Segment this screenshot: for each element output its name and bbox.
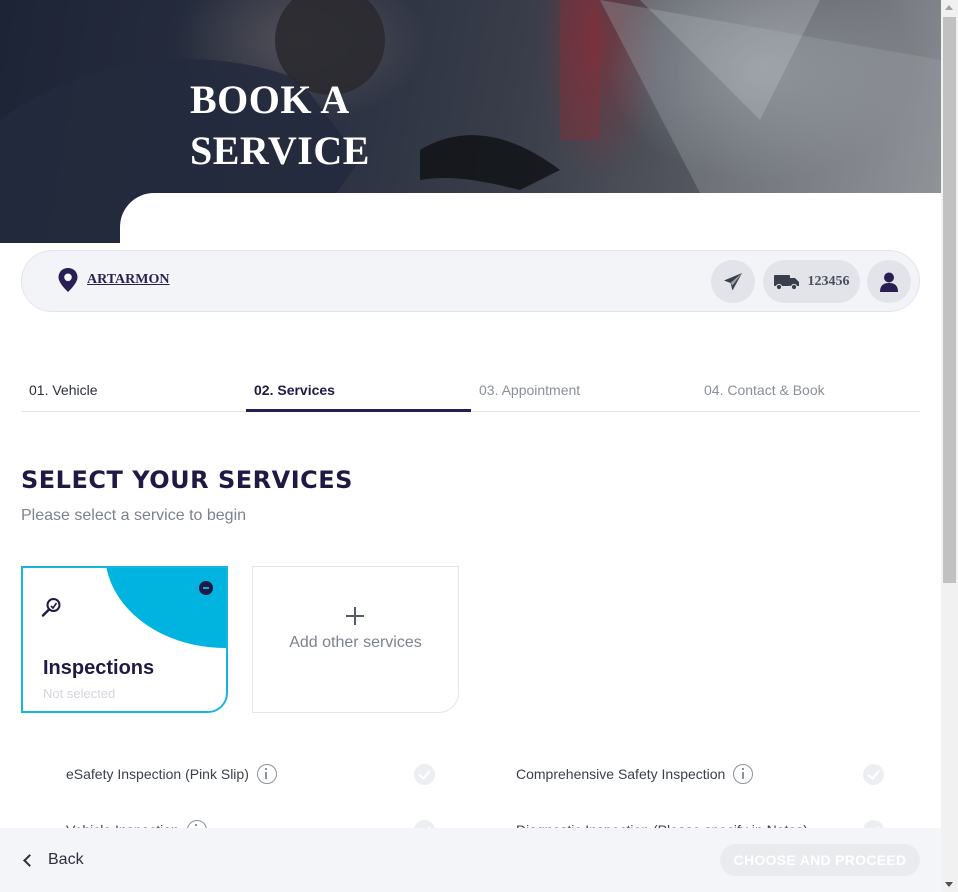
add-other-services-card[interactable]: Add other services (252, 566, 459, 713)
footer-bar: Back CHOOSE AND PROCEED (0, 828, 941, 892)
location-bar: ARTARMON 123456 (21, 250, 920, 312)
step-vehicle[interactable]: 01. Vehicle (21, 366, 246, 412)
hero-banner: BOOK A SERVICE (0, 0, 941, 243)
card-status: Not selected (43, 686, 116, 701)
booking-page: BOOK A SERVICE ARTARMON 123456 01. Vehic… (0, 0, 958, 892)
plus-icon (346, 607, 364, 625)
scrollbar[interactable] (941, 0, 958, 892)
step-contact-book[interactable]: 04. Contact & Book (696, 366, 921, 412)
card-title: Inspections (43, 657, 155, 679)
section-subheading: Please select a service to begin (21, 507, 247, 524)
vehicle-button[interactable]: 123456 (763, 260, 860, 303)
inspections-card[interactable]: Inspections Not selected (21, 566, 228, 713)
info-icon[interactable] (733, 764, 754, 784)
user-icon (880, 272, 898, 292)
account-button[interactable] (867, 260, 911, 303)
page-title: BOOK A SERVICE (190, 74, 450, 176)
add-services-label: Add other services (289, 634, 422, 651)
scroll-up-icon[interactable] (945, 5, 953, 10)
hero-curve (120, 193, 941, 243)
scroll-down-icon[interactable] (945, 882, 953, 887)
page-title-line2: SERVICE (190, 128, 370, 173)
chevron-left-icon (23, 853, 36, 867)
service-option-label: Comprehensive Safety Inspection (516, 766, 726, 782)
send-button[interactable] (711, 260, 755, 303)
service-option[interactable]: Comprehensive Safety Inspection (516, 762, 754, 786)
collapse-icon[interactable] (199, 581, 213, 595)
step-services[interactable]: 02. Services (246, 366, 471, 412)
booking-steps: 01. Vehicle 02. Services 03. Appointment… (21, 366, 920, 412)
service-option-label: eSafety Inspection (Pink Slip) (66, 766, 249, 782)
page-title-line1: BOOK A (190, 77, 350, 122)
map-pin-icon (58, 268, 78, 292)
location-link[interactable]: ARTARMON (87, 272, 169, 288)
service-checkbox[interactable] (414, 764, 435, 785)
card-accent-shape (105, 568, 226, 648)
scrollbar-thumb[interactable] (943, 17, 956, 583)
vehicle-rego: 123456 (807, 273, 850, 289)
magnifier-icon (41, 598, 61, 617)
section-heading: SELECT YOUR SERVICES (21, 466, 353, 494)
info-icon[interactable] (256, 764, 277, 784)
paper-plane-icon (724, 272, 742, 290)
back-button[interactable]: Back (21, 848, 84, 872)
choose-and-proceed-button[interactable]: CHOOSE AND PROCEED (720, 844, 920, 876)
back-label: Back (48, 851, 84, 868)
service-checkbox[interactable] (863, 764, 884, 785)
service-option[interactable]: eSafety Inspection (Pink Slip) (66, 762, 277, 786)
truck-icon (773, 274, 799, 290)
step-appointment[interactable]: 03. Appointment (471, 366, 696, 412)
